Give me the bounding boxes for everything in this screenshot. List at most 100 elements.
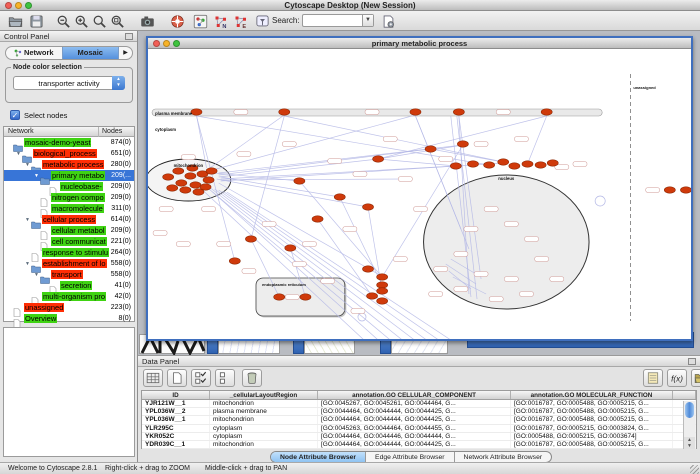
tree-col-divider[interactable] [98, 127, 99, 137]
network-node[interactable] [541, 109, 552, 115]
select-nodes-checkbox[interactable]: ✓ [10, 110, 20, 120]
col-molecular-function[interactable]: annotation.GO MOLECULAR_FUNCTION [511, 391, 673, 399]
select-attributes-button[interactable] [191, 369, 211, 387]
tree-row[interactable]: ▼metabolic process280(0) [4, 159, 134, 170]
tree-row[interactable]: nucleobase-209(0) [4, 181, 134, 192]
network-node[interactable] [180, 187, 191, 193]
network-node[interactable] [285, 245, 296, 251]
node-color-attribute-select[interactable]: transporter activity ▲▼ [13, 76, 125, 90]
network-node[interactable] [206, 168, 217, 174]
select-stepper-icon[interactable]: ▲▼ [112, 76, 125, 90]
network-node[interactable] [377, 298, 388, 304]
float-panel-icon[interactable] [125, 33, 133, 40]
notes-button[interactable] [643, 369, 663, 387]
formula-builder-button[interactable]: f(x) [667, 369, 687, 387]
network-node[interactable] [367, 293, 378, 299]
network-node[interactable] [191, 109, 202, 115]
network-node[interactable] [173, 168, 184, 174]
close-view-button[interactable] [153, 40, 160, 47]
tree-row[interactable]: cell communicat221(0) [4, 236, 134, 247]
import-attributes-button[interactable] [691, 369, 700, 387]
table-row[interactable]: YKR052Ccytoplasm[GO:0044464, GO:0044446,… [142, 433, 696, 441]
network-graph[interactable]: plasma membranecytoplasmmitochondrionnuc… [148, 49, 691, 339]
network-node[interactable] [425, 146, 436, 152]
tree-row[interactable]: ▼transport558(0) [4, 269, 134, 280]
network-node[interactable] [229, 258, 240, 264]
tree-node-label[interactable]: establishment of lo [42, 259, 107, 268]
network-window-titlebar[interactable]: primary metabolic process [148, 38, 691, 49]
network-node[interactable] [373, 156, 384, 162]
zoom-fit-button[interactable] [109, 13, 126, 29]
col-id[interactable]: ID [142, 391, 210, 399]
save-session-button[interactable] [28, 13, 45, 29]
tree-row[interactable]: macromolecule311(0) [4, 203, 134, 214]
table-row[interactable]: YPL036W__1mitochondrion[GO:0044464, GO:0… [142, 416, 696, 424]
network-node[interactable] [279, 109, 290, 115]
network-node[interactable] [535, 162, 546, 168]
tree-node-label[interactable]: transport [51, 270, 83, 279]
zoom-window-button[interactable] [25, 2, 32, 9]
snapshot-camera-button[interactable] [139, 13, 156, 29]
self-loop-edge[interactable] [358, 313, 366, 321]
minimize-window-button[interactable] [15, 2, 22, 9]
tree-row[interactable]: ▼cellular process614(0) [4, 214, 134, 225]
resize-grip[interactable] [690, 465, 699, 474]
network-node[interactable] [300, 294, 311, 300]
table-row[interactable]: YJR121W__1mitochondrion[GO:0045267, GO:0… [142, 400, 696, 408]
network-node[interactable] [484, 162, 495, 168]
tree-row[interactable]: secretion41(0) [4, 280, 134, 291]
float-data-panel-icon[interactable] [688, 358, 696, 365]
tab-network-attribute-browser[interactable]: Network Attribute Browser [455, 452, 552, 462]
tree-row[interactable]: Overview8(0) [4, 313, 134, 324]
network-node[interactable] [457, 141, 468, 147]
network-edit-nodes-button[interactable]: N [212, 13, 229, 29]
zoom-in-button[interactable] [73, 13, 90, 29]
table-row[interactable]: YPL036W__2plasma membrane[GO:0044464, GO… [142, 408, 696, 416]
attribute-table-button[interactable] [143, 369, 163, 387]
tree-node-label[interactable]: cellular process [42, 215, 96, 224]
zoom-selected-button[interactable] [91, 13, 108, 29]
delete-attribute-button[interactable] [242, 369, 262, 387]
tree-node-label[interactable]: cellular metabol [51, 226, 106, 235]
tree-node-label[interactable]: secretion [60, 281, 92, 290]
tree-node-label[interactable]: primary metabo [51, 171, 105, 180]
network-node[interactable] [453, 109, 464, 115]
network-node[interactable] [362, 204, 373, 210]
tree-row[interactable]: mosaic-demo-yeast874(0) [4, 137, 134, 148]
tab-mosaic[interactable]: Mosaic [62, 47, 120, 59]
tree-node-label[interactable]: multi-organism pro [42, 292, 106, 301]
tree-row[interactable]: ▼primary metabo209(... [4, 170, 134, 181]
more-tabs-arrow-icon[interactable]: ▶ [119, 47, 132, 59]
network-node[interactable] [176, 180, 187, 186]
network-node[interactable] [245, 236, 256, 242]
network-node[interactable] [312, 216, 323, 222]
tree-node-label[interactable]: unassigned [24, 303, 64, 312]
table-row[interactable]: YDR039C__1mitochondrion[GO:0044464, GO:0… [142, 441, 696, 449]
network-node[interactable] [450, 163, 461, 169]
network-edge[interactable] [340, 197, 382, 285]
tree-node-label[interactable]: Overview [24, 314, 57, 323]
network-canvas[interactable]: plasma membranecytoplasmmitochondrionnuc… [148, 49, 691, 339]
expander-triangle-icon[interactable]: ▼ [24, 217, 31, 223]
network-node[interactable] [509, 163, 520, 169]
filter-window-button[interactable] [254, 13, 271, 29]
network-node[interactable] [410, 109, 421, 115]
tree-row[interactable]: nitrogen compo209(0) [4, 192, 134, 203]
nucleus-region[interactable] [424, 175, 590, 309]
network-node[interactable] [362, 266, 373, 272]
tree-row[interactable]: ▼establishment of lo558(0) [4, 258, 134, 269]
expander-triangle-icon[interactable]: ▼ [24, 261, 31, 267]
expander-triangle-icon[interactable]: ▼ [33, 173, 40, 179]
tree-row[interactable]: unassigned223(0) [4, 302, 134, 313]
network-node[interactable] [680, 187, 691, 193]
tree-node-label[interactable]: cell communicat [51, 237, 107, 246]
network-node[interactable] [167, 185, 178, 191]
network-node[interactable] [163, 174, 174, 180]
network-node[interactable] [203, 177, 214, 183]
table-row[interactable]: YLR295Ccytoplasm[GO:0045263, GO:0044464,… [142, 425, 696, 433]
unselect-attributes-button[interactable] [215, 369, 235, 387]
help-lifering-button[interactable] [169, 13, 186, 29]
close-window-button[interactable] [5, 2, 12, 9]
tab-network[interactable]: Network [6, 47, 62, 59]
network-edge[interactable] [527, 116, 546, 164]
